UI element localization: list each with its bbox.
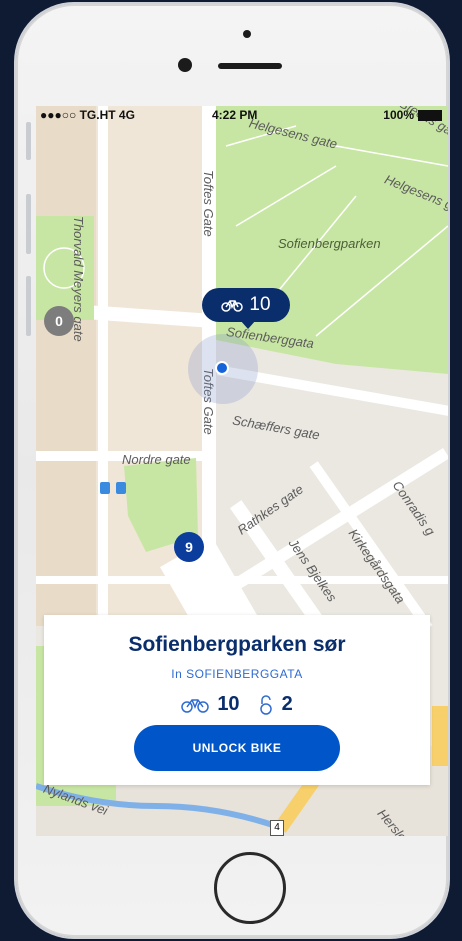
bubble-bike-count: 10 xyxy=(249,294,271,315)
proximity-sensor xyxy=(243,30,251,38)
battery-status: 100% xyxy=(383,108,442,122)
selected-station-bubble[interactable]: 10 xyxy=(202,288,290,322)
earpiece-speaker xyxy=(218,63,282,69)
station-marker-empty[interactable]: 0 xyxy=(44,306,74,336)
app-screen: ●●●○○ TG.HT 4G 4:22 PM 100% Thorvald Mey… xyxy=(36,106,448,836)
carrier-signal: ●●●○○ TG.HT 4G xyxy=(40,108,135,122)
home-button[interactable] xyxy=(214,852,286,924)
unlock-bike-button[interactable]: UNLOCK BIKE xyxy=(134,725,340,771)
station-info-card: Sofienbergparken sør In SOFIENBERGGATA 1… xyxy=(44,615,430,785)
battery-percentage: 100% xyxy=(383,108,414,122)
street-label: Toftes Gate xyxy=(201,170,216,237)
battery-icon xyxy=(418,109,442,121)
bike-icon xyxy=(181,698,210,713)
station-address: In SOFIENBERGGATA xyxy=(171,667,303,681)
current-location-dot xyxy=(215,361,229,375)
volume-up-button xyxy=(26,194,31,254)
street-label: Nordre gate xyxy=(122,452,191,467)
status-bar: ●●●○○ TG.HT 4G 4:22 PM 100% xyxy=(36,106,448,124)
bike-icon xyxy=(221,300,244,312)
bus-stop-icon[interactable] xyxy=(100,482,110,494)
bikes-available-count: 10 xyxy=(217,693,240,715)
clock: 4:22 PM xyxy=(212,108,258,122)
lock-icon xyxy=(259,694,272,715)
station-name: Sofienbergparken sør xyxy=(128,633,346,656)
volume-down-button xyxy=(26,276,31,336)
tram-stop-icon[interactable] xyxy=(116,482,126,494)
road-sign: 4 xyxy=(270,820,284,836)
front-camera xyxy=(178,58,192,72)
locks-available-count: 2 xyxy=(281,693,293,715)
availability-row: 10 2 xyxy=(44,693,430,716)
mute-switch xyxy=(26,122,31,160)
station-marker[interactable]: 9 xyxy=(174,532,204,562)
park-label: Sofienbergparken xyxy=(278,236,381,251)
